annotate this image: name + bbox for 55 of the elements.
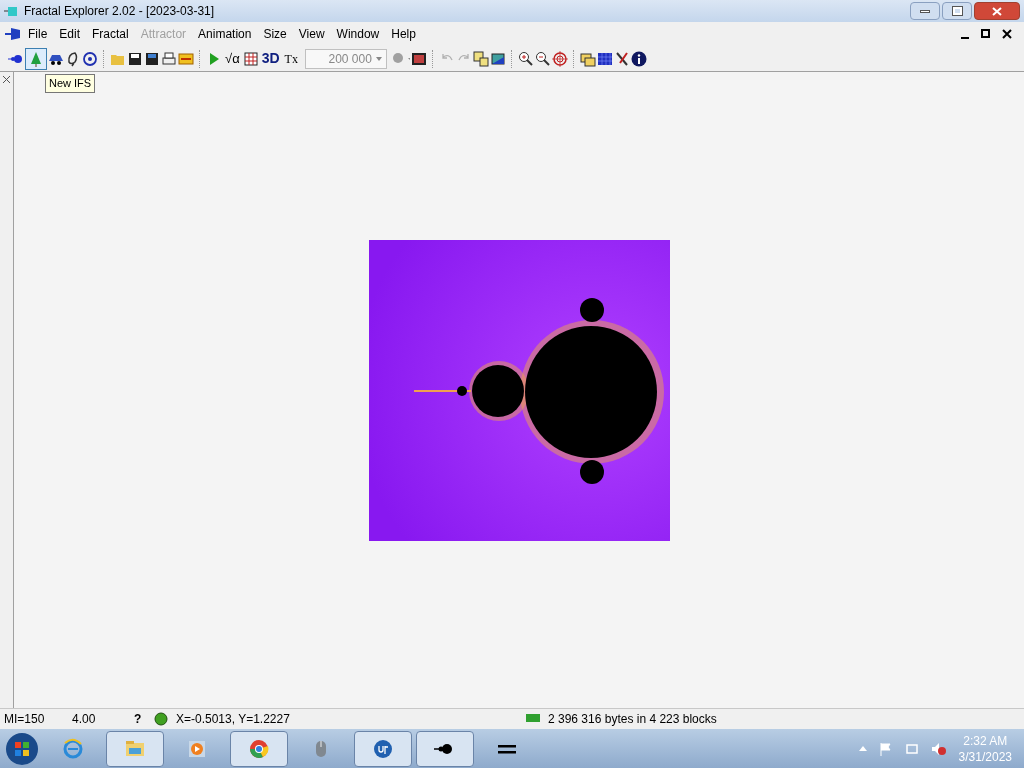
taskbar-button[interactable] — [416, 730, 474, 767]
tooltip: New IFS — [45, 74, 96, 93]
jpg-icon[interactable] — [178, 50, 194, 67]
menu-item[interactable]: View — [292, 25, 331, 43]
help-marker: ? — [134, 711, 143, 728]
picture-icon[interactable] — [410, 50, 427, 67]
close-icon — [992, 6, 1002, 16]
zoom-text: 4.00 — [72, 711, 97, 728]
menu-item[interactable]: Size — [257, 25, 293, 43]
menu-item[interactable]: Window — [330, 25, 386, 43]
crosshair-icon[interactable] — [551, 50, 568, 67]
coordinates-text: X=-0.5013, Y=1.2227 — [176, 711, 291, 728]
save-icon[interactable] — [127, 50, 143, 67]
speaker-muted-icon[interactable] — [930, 741, 947, 756]
menu-item[interactable]: Animation — [192, 25, 258, 43]
close-button[interactable] — [974, 2, 1020, 20]
memory-text: 2 396 316 bytes in 4 223 blocks — [548, 711, 717, 728]
memory-icon — [526, 714, 540, 724]
zoom-out-icon[interactable] — [534, 50, 551, 67]
folders-icon[interactable] — [579, 50, 596, 67]
iterations-combo[interactable]: 200 000 — [304, 48, 387, 69]
menu-item[interactable]: Edit — [53, 25, 87, 43]
clock-time: 2:32 AM — [963, 732, 1008, 749]
window-title: Fractal Explorer 2.02 - [2023-03-31] — [24, 3, 215, 20]
menu-item[interactable]: Help — [385, 25, 422, 43]
3d-button[interactable]: 3D — [259, 48, 282, 69]
clock-date: 3/31/2023 — [958, 748, 1012, 765]
windows-copy-icon[interactable] — [472, 50, 489, 67]
restore-button[interactable] — [942, 2, 972, 20]
start-button[interactable] — [4, 730, 40, 767]
zoom-in-icon[interactable] — [517, 50, 534, 67]
info-icon[interactable] — [630, 50, 647, 67]
menu-item[interactable]: Fractal — [86, 25, 135, 43]
sqrt-alpha-button[interactable]: √α — [223, 48, 242, 69]
save-as-icon[interactable] — [144, 50, 160, 67]
dock-handle[interactable] — [0, 72, 14, 708]
print-icon[interactable] — [161, 50, 177, 67]
ie-icon — [62, 737, 84, 760]
chrome-icon — [248, 737, 270, 760]
menu-item[interactable]: File — [22, 25, 54, 43]
grid-panel-icon[interactable] — [596, 50, 613, 67]
tools-icon[interactable] — [613, 50, 630, 67]
tx-button[interactable]: Tx — [282, 49, 300, 68]
app-menu-icon[interactable] — [4, 26, 22, 42]
child-restore-icon[interactable] — [981, 29, 990, 38]
max-iterations-text: MI=150 — [3, 711, 46, 728]
uf-app-icon — [372, 737, 394, 760]
child-close-icon[interactable] — [1002, 29, 1012, 39]
image-frame-icon[interactable] — [489, 50, 506, 67]
target-circle-icon[interactable] — [82, 50, 98, 67]
dropdown-caret-icon — [375, 56, 382, 61]
dock-close-icon[interactable] — [3, 76, 10, 83]
minimize-button[interactable] — [910, 2, 940, 20]
ball-icon — [154, 712, 168, 726]
grid-icon[interactable] — [242, 50, 259, 67]
